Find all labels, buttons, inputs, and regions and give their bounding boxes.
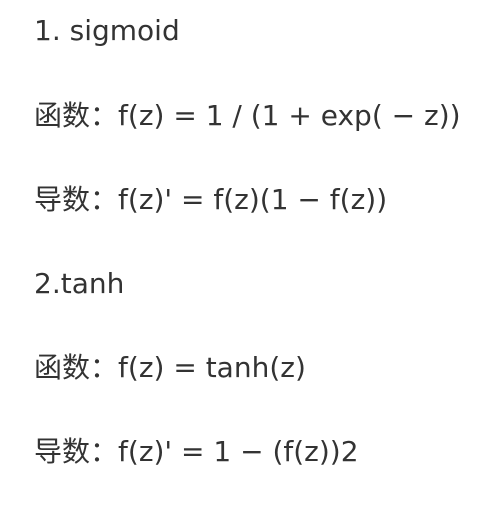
label-separator: ： <box>90 183 119 216</box>
label-separator: ： <box>90 351 119 384</box>
derivative-label: 导数 <box>34 435 91 468</box>
derivative-label: 导数 <box>34 183 91 216</box>
tanh-function-formula: f(z) = tanh(z) <box>118 351 306 384</box>
tanh-derivative-formula: f(z)' = 1 − (f(z))2 <box>118 435 359 468</box>
label-separator: ： <box>90 435 119 468</box>
label-separator: ： <box>90 99 119 132</box>
function-label: 函数 <box>34 99 91 132</box>
sigmoid-function-line: 函数：f(z) = 1 / (1 + exp( − z)) <box>34 99 461 133</box>
section-heading-tanh: 2.tanh <box>34 267 125 300</box>
tanh-function-line: 函数：f(z) = tanh(z) <box>34 351 306 385</box>
sigmoid-derivative-line: 导数：f(z)' = f(z)(1 − f(z)) <box>34 183 387 217</box>
sigmoid-derivative-formula: f(z)' = f(z)(1 − f(z)) <box>118 183 388 216</box>
tanh-derivative-line: 导数：f(z)' = 1 − (f(z))2 <box>34 435 359 469</box>
function-label: 函数 <box>34 351 91 384</box>
section-heading-sigmoid: 1. sigmoid <box>34 14 180 47</box>
document-body: 1. sigmoid 函数：f(z) = 1 / (1 + exp( − z))… <box>34 0 490 510</box>
sigmoid-function-formula: f(z) = 1 / (1 + exp( − z)) <box>118 99 461 132</box>
